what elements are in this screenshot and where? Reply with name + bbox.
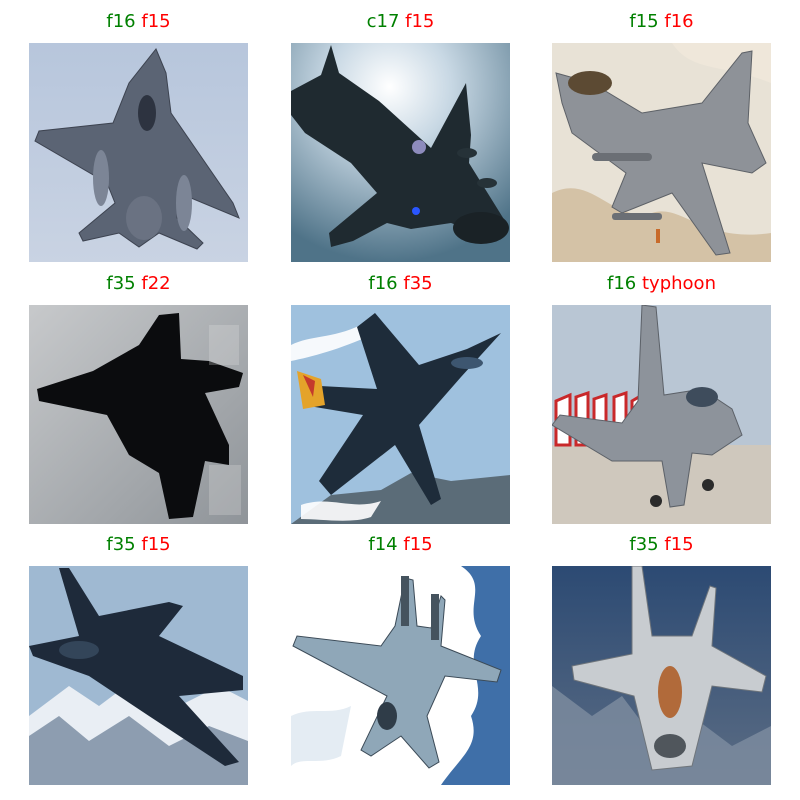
predicted-label: f15	[141, 534, 171, 555]
aircraft-photo	[29, 305, 248, 524]
predicted-label: f15	[141, 11, 171, 32]
true-label: f35	[629, 534, 659, 555]
predicted-label: f15	[403, 534, 433, 555]
predicted-label: f35	[403, 273, 433, 294]
true-label: f35	[106, 534, 136, 555]
panel-title: f35 f15	[552, 533, 771, 557]
panel-title: f35 f15	[29, 533, 248, 557]
true-label: f14	[368, 534, 398, 555]
aircraft-photo	[29, 566, 248, 785]
panel-title: f16 f15	[29, 10, 248, 34]
true-label: f16	[368, 273, 398, 294]
panel-title: f35 f22	[29, 272, 248, 296]
panel-title: f16 f35	[291, 272, 510, 296]
true-label: f16	[607, 273, 637, 294]
panel-title: c17 f15	[291, 10, 510, 34]
predicted-label: f16	[664, 11, 694, 32]
predicted-label: f22	[141, 273, 171, 294]
aircraft-photo	[552, 566, 771, 785]
aircraft-photo	[291, 566, 510, 785]
predicted-label: f15	[405, 11, 435, 32]
true-label: f16	[106, 11, 136, 32]
predicted-label: typhoon	[642, 273, 716, 294]
aircraft-photo	[29, 43, 248, 262]
aircraft-photo	[552, 305, 771, 524]
true-label: f15	[629, 11, 659, 32]
aircraft-photo	[291, 43, 510, 262]
aircraft-photo	[552, 43, 771, 262]
true-label: c17	[366, 11, 400, 32]
aircraft-photo	[291, 305, 510, 524]
panel-title: f15 f16	[552, 10, 771, 34]
panel-title: f16 typhoon	[552, 272, 771, 296]
true-label: f35	[106, 273, 136, 294]
panel-title: f14 f15	[291, 533, 510, 557]
predicted-label: f15	[664, 534, 694, 555]
